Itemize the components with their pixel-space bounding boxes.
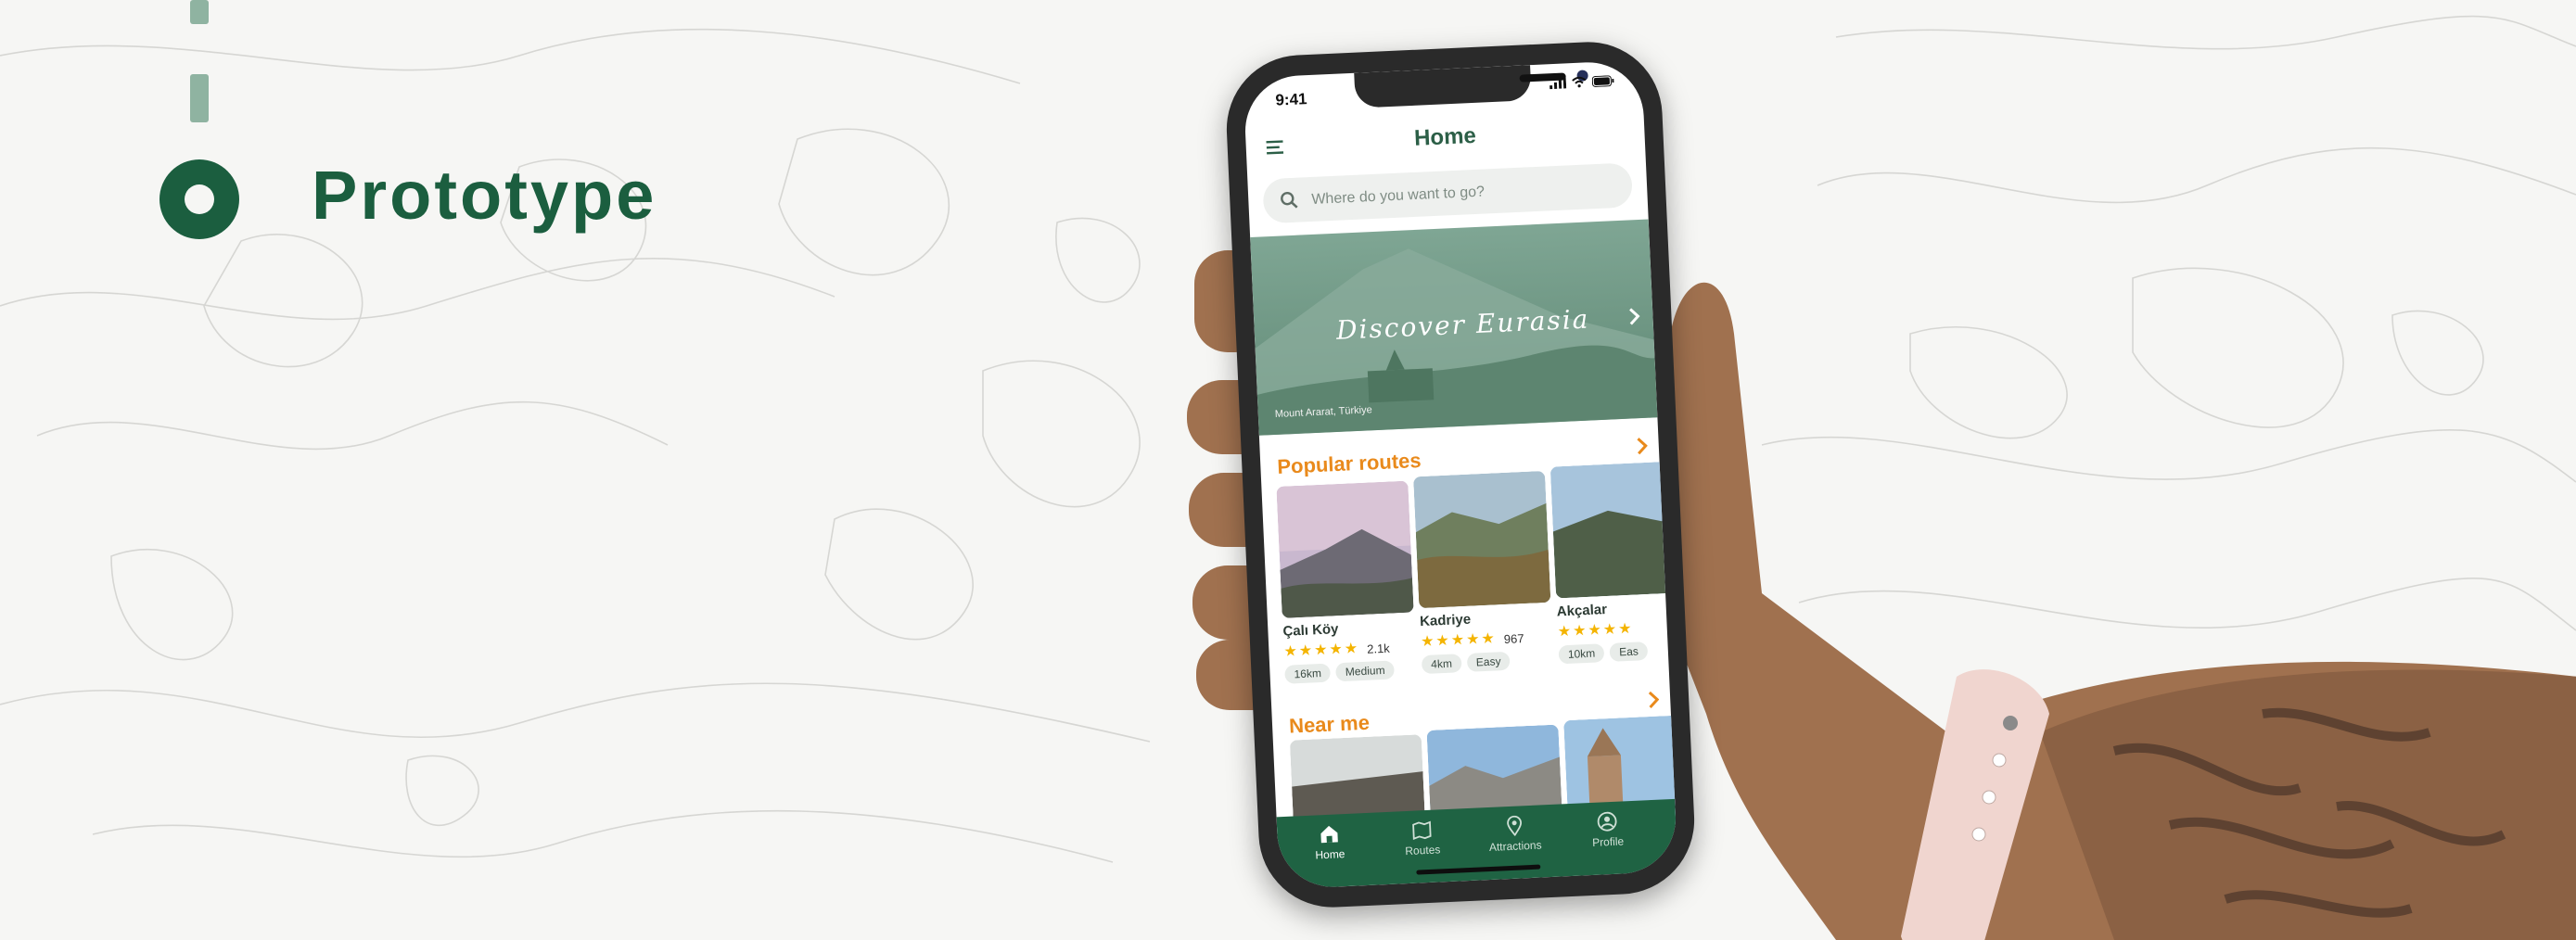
near-me-title: Near me: [1288, 710, 1371, 738]
timeline-dash: [190, 0, 209, 24]
app-title: Home: [1413, 122, 1477, 151]
timeline-dash: [190, 74, 209, 122]
home-indicator: [1416, 864, 1541, 875]
distance-chip: 10km: [1558, 643, 1605, 665]
star-icon: ★: [1572, 623, 1587, 640]
status-time: 9:41: [1275, 90, 1307, 109]
star-icon: ★: [1344, 641, 1358, 657]
battery-icon: [1591, 75, 1614, 87]
rating-count: 2.1k: [1366, 641, 1391, 656]
distance-chip: 16km: [1284, 663, 1332, 684]
tab-label: Home: [1315, 847, 1345, 862]
pin-icon: [1507, 815, 1522, 837]
star-icon: ★: [1420, 633, 1435, 651]
status-icons: [1549, 75, 1614, 90]
route-card[interactable]: Kadriye ★ ★ ★ ★ ★ 967 4km Easy: [1413, 470, 1554, 675]
hero-banner[interactable]: Discover Eurasia Mount Ararat, Türkiye: [1250, 219, 1658, 436]
app-screen: 9:41 Home Discover Eurasia Mount Ararat,…: [1243, 59, 1678, 890]
tab-label: Attractions: [1488, 838, 1542, 855]
chevron-right-icon[interactable]: [1628, 307, 1640, 326]
route-image: [1276, 480, 1414, 618]
search-bar[interactable]: [1262, 162, 1634, 224]
star-icon: ★: [1588, 622, 1602, 639]
star-icon: ★: [1481, 630, 1496, 648]
route-image: [1549, 461, 1678, 599]
chevron-right-icon[interactable]: [1636, 437, 1648, 456]
difficulty-chip: Eas: [1609, 641, 1649, 662]
route-rating: ★ ★ ★ ★ ★ 2.1k: [1283, 639, 1416, 660]
slide-heading: Prototype: [312, 157, 657, 234]
route-image: [1413, 470, 1551, 609]
tab-attractions[interactable]: Attractions: [1468, 813, 1562, 854]
tab-label: Profile: [1591, 834, 1625, 849]
difficulty-chip: Medium: [1335, 660, 1395, 682]
search-icon: [1281, 191, 1298, 209]
phone-notch: [1354, 65, 1588, 108]
wifi-icon: [1572, 76, 1587, 88]
star-icon: ★: [1450, 632, 1465, 649]
star-icon: ★: [1557, 623, 1572, 641]
difficulty-chip: Easy: [1466, 651, 1511, 672]
user-icon: [1597, 811, 1617, 832]
star-icon: ★: [1283, 643, 1298, 660]
route-rating: ★ ★ ★ ★ ★ 967: [1420, 629, 1553, 651]
signal-icon: [1549, 77, 1567, 90]
search-input[interactable]: [1308, 162, 1621, 224]
home-icon: [1320, 825, 1338, 844]
star-icon: ★: [1298, 642, 1313, 660]
route-name: Kadriye: [1419, 611, 1472, 630]
chevron-right-icon[interactable]: [1648, 691, 1660, 710]
popular-routes-title: Popular routes: [1276, 448, 1422, 478]
route-card[interactable]: Akçalar ★ ★ ★ ★ ★ 10km Eas: [1549, 461, 1678, 665]
tab-routes[interactable]: Routes: [1375, 818, 1470, 858]
timeline-node: [159, 159, 239, 239]
route-card[interactable]: Çalı Köy ★ ★ ★ ★ ★ 2.1k 16km Medium: [1276, 480, 1417, 684]
star-icon: ★: [1435, 632, 1450, 650]
star-icon: ★: [1602, 621, 1617, 639]
star-icon: ★: [1465, 631, 1480, 648]
distance-chip: 4km: [1421, 654, 1462, 675]
rating-count: 967: [1503, 630, 1524, 646]
star-icon: ★: [1329, 641, 1344, 658]
star-icon: ★: [1617, 620, 1632, 638]
map-icon: [1412, 820, 1432, 840]
tab-profile[interactable]: Profile: [1561, 809, 1655, 850]
tab-label: Routes: [1405, 843, 1441, 858]
tab-home[interactable]: Home: [1282, 822, 1377, 863]
route-name: Akçalar: [1556, 601, 1608, 620]
star-icon: ★: [1313, 641, 1328, 659]
route-rating: ★ ★ ★ ★ ★: [1557, 619, 1677, 641]
phone-mockup: 9:41 Home Discover Eurasia Mount Ararat,…: [1223, 38, 1698, 911]
route-name: Çalı Köy: [1282, 621, 1339, 640]
